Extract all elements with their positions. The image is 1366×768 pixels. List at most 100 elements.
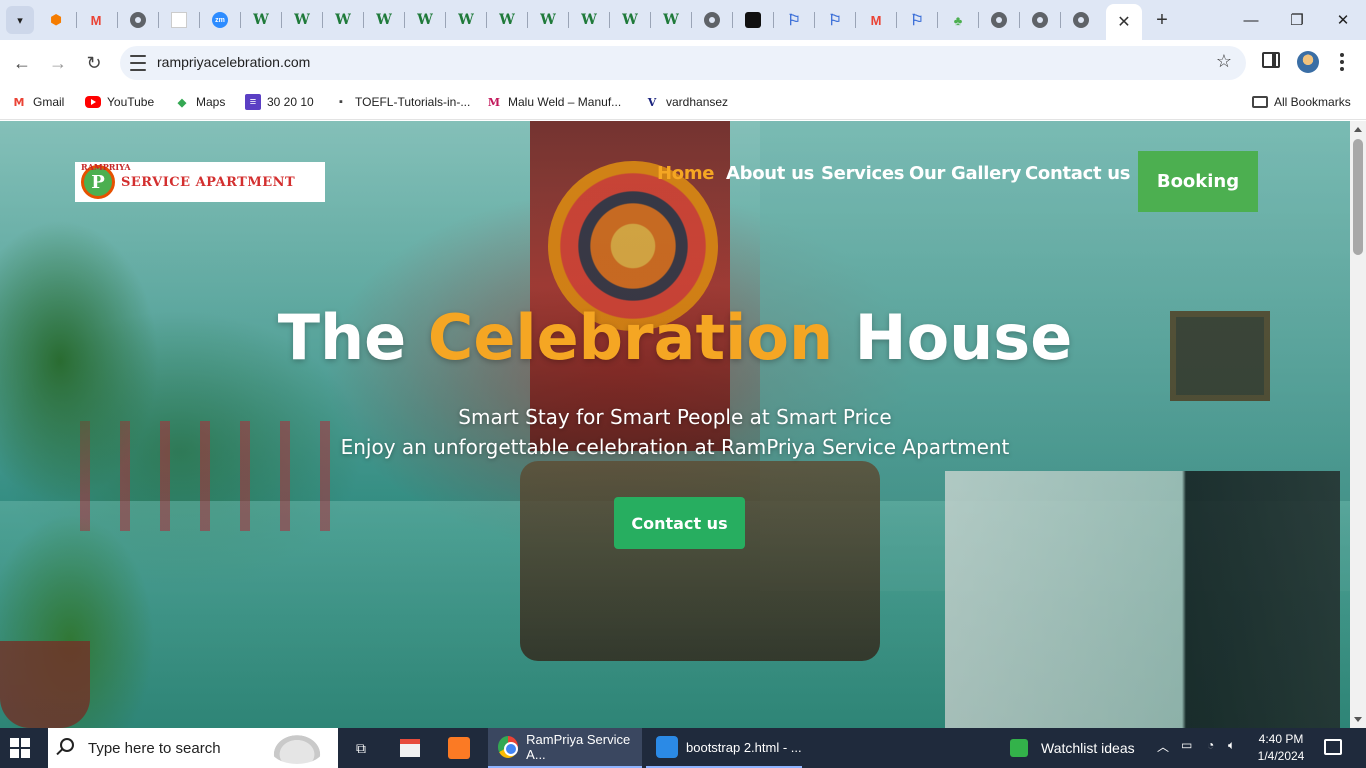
back-arrow-icon[interactable]: ← xyxy=(9,50,35,76)
nav-about-us[interactable]: About us xyxy=(726,163,814,184)
xampp-icon[interactable] xyxy=(447,736,471,760)
tab-favicon-globe-icon[interactable] xyxy=(989,10,1009,30)
tab-separator xyxy=(773,12,774,28)
address-bar[interactable]: rampriyacelebration.com ☆ xyxy=(120,46,1246,80)
nav-home[interactable]: Home xyxy=(657,163,715,184)
dot-icon: ▪ xyxy=(339,96,343,108)
page-scrollbar[interactable] xyxy=(1350,121,1366,728)
bookmark-30-20-10[interactable]: ≡ 30 20 10 xyxy=(245,92,314,112)
taskbar-app-chrome[interactable]: RamPriya Service A... xyxy=(488,728,642,768)
bookmark-label: TOEFL-Tutorials-in-... xyxy=(355,95,471,109)
wifi-icon[interactable]: ◔ xyxy=(1207,738,1214,752)
windows-start-icon[interactable] xyxy=(10,738,30,758)
side-panel-icon[interactable] xyxy=(1262,52,1280,68)
notification-icon[interactable] xyxy=(1324,739,1342,755)
watchlist-label: Watchlist ideas xyxy=(1041,740,1135,756)
tab-favicon-w-icon[interactable]: W xyxy=(538,10,558,30)
tab-separator xyxy=(896,12,897,28)
tab-favicon-w-icon[interactable]: W xyxy=(661,10,681,30)
scroll-down-arrow-icon[interactable] xyxy=(1354,717,1362,722)
site-info-icon[interactable] xyxy=(130,55,146,71)
tab-search-button[interactable]: ▾ xyxy=(6,6,34,34)
tab-favicon-globe-icon[interactable] xyxy=(1071,10,1091,30)
tray-chevron-up-icon[interactable]: ︿ xyxy=(1157,738,1169,755)
watchlist-widget[interactable]: Watchlist ideas xyxy=(1010,728,1135,768)
new-tab-plus-icon[interactable]: + xyxy=(1150,8,1174,32)
youtube-icon xyxy=(85,96,101,108)
tab-separator xyxy=(117,12,118,28)
url-text[interactable]: rampriyacelebration.com xyxy=(157,54,310,70)
all-bookmarks-button[interactable]: All Bookmarks xyxy=(1252,92,1351,112)
tab-favicon-plant-icon[interactable]: ♣ xyxy=(948,10,968,30)
bookmark-youtube[interactable]: YouTube xyxy=(85,92,154,112)
tab-favicon-globe-icon[interactable] xyxy=(1030,10,1050,30)
tab-separator xyxy=(322,12,323,28)
nav-our-gallery[interactable]: Our Gallery xyxy=(909,163,1021,184)
bookmark-vardhansez[interactable]: V vardhansez xyxy=(644,92,728,112)
nav-services[interactable]: Services xyxy=(821,163,904,184)
tab-favicon-globe-icon[interactable] xyxy=(702,10,722,30)
bookmark-toefl[interactable]: ▪ TOEFL-Tutorials-in-... xyxy=(333,92,470,112)
list-icon: ≡ xyxy=(245,94,261,110)
task-view-icon[interactable]: ⧉ xyxy=(349,736,373,760)
bookmark-star-icon[interactable]: ☆ xyxy=(1216,51,1232,72)
bookmark-maps[interactable]: ◆ Maps xyxy=(174,92,226,112)
tab-favicon-doc-icon[interactable] xyxy=(169,10,189,30)
booking-button[interactable]: Booking xyxy=(1138,151,1258,212)
reload-icon[interactable]: ↻ xyxy=(81,50,107,76)
tab-favicon-w-icon[interactable]: W xyxy=(456,10,476,30)
site-logo[interactable]: RAMPRIYA P SERVICE APARTMENT xyxy=(75,162,325,202)
taskbar-app-vscode[interactable]: bootstrap 2.html - ... xyxy=(646,728,802,768)
hero-title: The Celebration House xyxy=(0,301,1350,374)
tab-favicon-w-icon[interactable]: W xyxy=(251,10,271,30)
tab-favicon-clapper-icon[interactable] xyxy=(743,10,763,30)
tab-favicon-flag-icon[interactable]: ⚐ xyxy=(784,10,804,30)
chrome-icon xyxy=(498,736,519,758)
scroll-up-arrow-icon[interactable] xyxy=(1354,127,1362,132)
taskbar-clock[interactable]: 4:40 PM 1/4/2024 xyxy=(1252,731,1310,765)
tab-favicon-gmail-icon[interactable]: M xyxy=(866,10,886,30)
bookmark-label: 30 20 10 xyxy=(267,95,314,109)
volume-icon[interactable]: 🔈︎ xyxy=(1228,738,1235,753)
scroll-thumb[interactable] xyxy=(1353,139,1363,255)
tab-favicon-w-icon[interactable]: W xyxy=(292,10,312,30)
tab-favicon-zoom-icon[interactable]: zm xyxy=(210,10,230,30)
tab-favicon-flag-icon[interactable]: ⚐ xyxy=(907,10,927,30)
tab-favicon-flag-icon[interactable]: ⚐ xyxy=(825,10,845,30)
tab-favicon-gmail-icon[interactable]: M xyxy=(86,10,106,30)
battery-icon[interactable]: ▭ xyxy=(1181,738,1192,752)
tab-favicon-w-icon[interactable]: W xyxy=(497,10,517,30)
browser-menu-icon[interactable] xyxy=(1332,51,1352,73)
tab-favicon-w-icon[interactable]: W xyxy=(374,10,394,30)
tab-separator xyxy=(199,12,200,28)
tab-favicon-w-icon[interactable]: W xyxy=(620,10,640,30)
all-bookmarks-label: All Bookmarks xyxy=(1274,95,1351,109)
calendar-app-icon[interactable] xyxy=(398,736,422,760)
tab-separator xyxy=(691,12,692,28)
tab-favicon-globe-icon[interactable] xyxy=(128,10,148,30)
folder-icon xyxy=(1252,94,1268,110)
taskbar-search-input[interactable]: Type here to search xyxy=(48,728,338,768)
hero-title-part2: House xyxy=(833,301,1073,374)
restore-icon[interactable]: ❐ xyxy=(1282,8,1312,32)
bookmark-gmail[interactable]: M Gmail xyxy=(11,92,65,112)
nav-contact-us[interactable]: Contact us xyxy=(1025,163,1131,184)
tab-favicon-cube-icon[interactable]: ⬢ xyxy=(46,10,66,30)
hero-contact-button[interactable]: Contact us xyxy=(614,497,745,549)
hero-subtitle-2: Enjoy an unforgettable celebration at Ra… xyxy=(340,435,1010,459)
hero-title-part1: The xyxy=(277,301,428,374)
tab-separator xyxy=(609,12,610,28)
tab-favicon-w-icon[interactable]: W xyxy=(333,10,353,30)
forward-arrow-icon[interactable]: → xyxy=(45,50,71,76)
minimize-icon[interactable]: — xyxy=(1236,8,1266,32)
bookmark-label: Malu Weld – Manuf... xyxy=(508,95,622,109)
active-tab-close-icon[interactable]: ✕ xyxy=(1106,4,1142,40)
gmail-icon: M xyxy=(13,95,25,109)
profile-avatar[interactable] xyxy=(1297,51,1319,73)
close-window-icon[interactable]: ✕ xyxy=(1328,8,1358,32)
bookmark-malu-weld[interactable]: M Malu Weld – Manuf... xyxy=(486,92,621,112)
tab-favicon-w-icon[interactable]: W xyxy=(415,10,435,30)
tab-favicon-w-icon[interactable]: W xyxy=(579,10,599,30)
windows-taskbar: Type here to search ⧉ RamPriya Service A… xyxy=(0,728,1366,768)
logo-text: SERVICE APARTMENT xyxy=(121,174,296,190)
